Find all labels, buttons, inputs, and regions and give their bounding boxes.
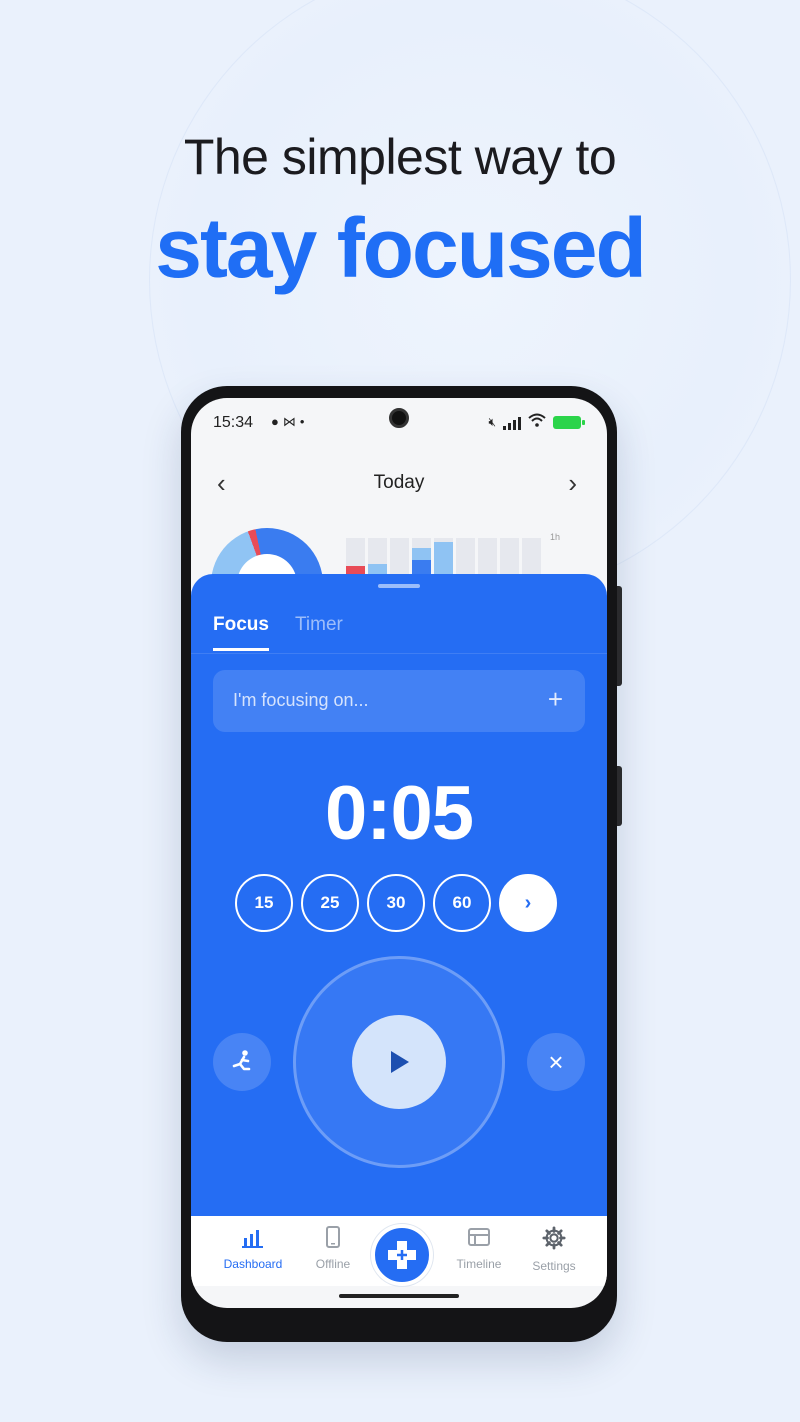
add-task-button[interactable]: + <box>548 684 563 715</box>
gear-icon <box>542 1226 566 1250</box>
preset-60-button[interactable]: 60 <box>433 874 491 932</box>
mute-icon: 🔇︎ <box>488 415 496 429</box>
play-button[interactable] <box>352 1015 446 1109</box>
notification-icons: ●⋈• <box>271 414 308 430</box>
timer-display: 0:05 <box>324 771 474 856</box>
stretch-icon <box>232 1050 251 1071</box>
more-presets-button[interactable]: › <box>499 874 557 932</box>
date-header: ‹ Today › <box>191 468 607 498</box>
bottom-nav: Dashboard Offline Timeline Settings <box>191 1216 607 1286</box>
nav-label-offline: Offline <box>315 1257 351 1271</box>
headline-line-1: The simplest way to <box>183 129 617 185</box>
tab-focus[interactable]: Focus <box>213 614 269 651</box>
status-right-icons: 🔇︎ <box>488 413 585 432</box>
play-icon <box>391 1051 409 1073</box>
phone-icon <box>326 1226 340 1248</box>
cancel-button[interactable]: × <box>527 1033 585 1091</box>
nav-item-offline[interactable]: Offline <box>293 1226 373 1271</box>
battery-icon <box>553 416 585 429</box>
phone-screen: 15:34 ●⋈• 🔇︎ ‹ Today › 1h Focus Timer I'… <box>191 398 607 1308</box>
nav-item-settings[interactable]: Settings <box>514 1226 594 1273</box>
signal-icon <box>503 416 521 430</box>
date-title: Today <box>373 472 425 493</box>
headline-line-2: stay focused <box>155 201 647 295</box>
front-camera <box>389 408 409 428</box>
bar-chart-preview: 1h <box>346 532 560 578</box>
home-indicator[interactable] <box>339 1294 459 1298</box>
power-button <box>617 766 622 826</box>
preset-15-button[interactable]: 15 <box>235 874 293 932</box>
focus-input-placeholder: I'm focusing on... <box>233 690 369 710</box>
duration-presets: 15 25 30 60 › <box>235 874 557 932</box>
nav-item-dashboard[interactable]: Dashboard <box>213 1226 293 1271</box>
nav-label-timeline: Timeline <box>456 1257 502 1271</box>
bar-chart-icon <box>242 1230 263 1248</box>
mail-icon: ⋈ <box>282 414 300 429</box>
focus-task-input[interactable]: I'm focusing on... + <box>213 670 585 732</box>
nav-label-dashboard: Dashboard <box>223 1257 283 1271</box>
volume-button <box>617 586 622 686</box>
focus-sheet: Focus Timer I'm focusing on... + 0:05 15… <box>191 574 607 1216</box>
sheet-tabs: Focus Timer <box>191 610 607 654</box>
chat-icon: ● <box>271 414 283 429</box>
close-icon: × <box>548 1046 564 1077</box>
dot-icon: • <box>299 414 309 429</box>
preset-30-button[interactable]: 30 <box>367 874 425 932</box>
nav-item-timeline[interactable]: Timeline <box>439 1226 519 1271</box>
next-day-button[interactable]: › <box>568 468 577 499</box>
status-time: 15:34 <box>213 414 254 431</box>
phone-frame: 15:34 ●⋈• 🔇︎ ‹ Today › 1h Focus Timer I'… <box>181 386 622 1342</box>
timeline-icon <box>468 1228 490 1246</box>
tab-timer[interactable]: Timer <box>295 614 343 636</box>
quick-add-button[interactable] <box>371 1224 433 1286</box>
wifi-icon <box>528 413 546 432</box>
stretch-break-button[interactable] <box>213 1033 271 1091</box>
chart-axis-label: 1h <box>549 532 560 542</box>
sheet-grab-handle[interactable] <box>378 584 420 588</box>
status-bar: 15:34 ●⋈• 🔇︎ <box>191 398 607 446</box>
plus-block-icon <box>388 1241 416 1269</box>
nav-label-settings: Settings <box>532 1259 576 1273</box>
preset-25-button[interactable]: 25 <box>301 874 359 932</box>
